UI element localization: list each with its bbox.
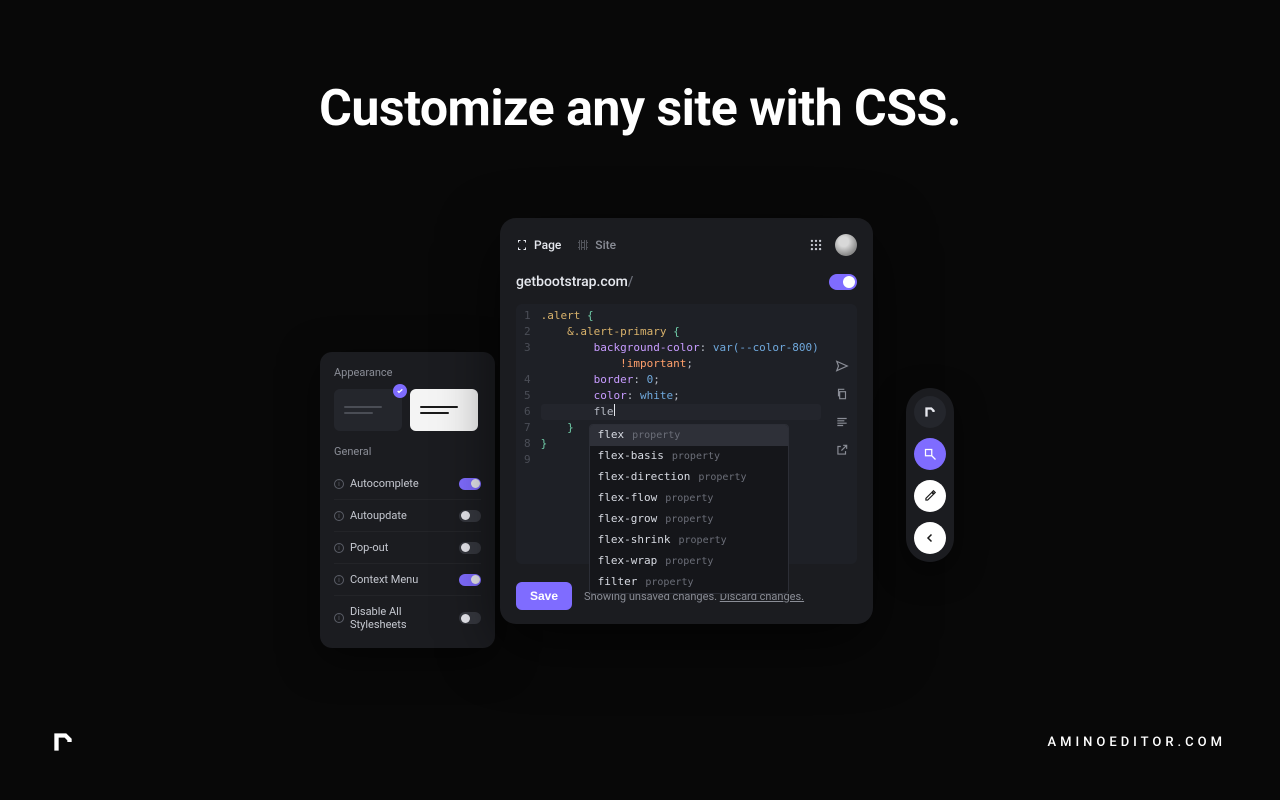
dock-app-button[interactable] xyxy=(914,396,946,428)
autocomplete-item[interactable]: flex-directionproperty xyxy=(590,467,788,488)
target-url[interactable]: getbootstrap.com/ xyxy=(516,274,633,290)
tab-site[interactable]: Site xyxy=(577,238,616,252)
theme-dark-option[interactable] xyxy=(334,389,402,431)
brand-url: AMINOEDITOR.COM xyxy=(1048,735,1227,750)
autocomplete-item[interactable]: flex-flowproperty xyxy=(590,488,788,509)
setting-row: i Pop-out xyxy=(334,531,481,563)
tab-site-label: Site xyxy=(595,238,616,252)
autocomplete-item[interactable]: flex-wrapproperty xyxy=(590,551,788,572)
settings-panel: Appearance General i Autocomplete i Autoupd… xyxy=(320,352,495,648)
format-icon[interactable] xyxy=(835,414,849,428)
page-scope-icon xyxy=(516,239,528,251)
check-icon xyxy=(393,384,407,398)
setting-row: i Autoupdate xyxy=(334,499,481,531)
tool-dock xyxy=(906,388,954,562)
amino-logo-icon xyxy=(50,729,76,755)
save-button[interactable]: Save xyxy=(516,582,572,610)
send-icon[interactable] xyxy=(835,358,849,372)
setting-toggle[interactable] xyxy=(459,574,481,586)
site-scope-icon xyxy=(577,239,589,251)
setting-label: Pop-out xyxy=(350,541,388,554)
autocomplete-item[interactable]: filterproperty xyxy=(590,572,788,593)
info-icon: i xyxy=(334,575,344,585)
dock-inspect-button[interactable] xyxy=(914,438,946,470)
setting-row: i Context Menu xyxy=(334,563,481,595)
tab-page[interactable]: Page xyxy=(516,238,561,252)
external-link-icon[interactable] xyxy=(835,442,849,456)
code-editor[interactable]: 123 456789 .alert { &.alert-primary { ba… xyxy=(516,304,857,564)
dock-eyedropper-button[interactable] xyxy=(914,480,946,512)
setting-row: i Autocomplete xyxy=(334,468,481,499)
theme-light-option[interactable] xyxy=(410,389,478,431)
stylesheet-enable-toggle[interactable] xyxy=(829,274,857,290)
avatar[interactable] xyxy=(835,234,857,256)
autocomplete-item[interactable]: flex-growproperty xyxy=(590,509,788,530)
autocomplete-item[interactable]: flex-shrinkproperty xyxy=(590,530,788,551)
setting-toggle[interactable] xyxy=(459,612,481,624)
info-icon: i xyxy=(334,543,344,553)
tab-page-label: Page xyxy=(534,238,561,252)
info-icon: i xyxy=(334,613,344,623)
autocomplete-item[interactable]: flexproperty xyxy=(590,425,788,446)
setting-label: Context Menu xyxy=(350,573,418,586)
hero-title: Customize any site with CSS. xyxy=(0,80,1280,138)
setting-label: Autoupdate xyxy=(350,509,407,522)
setting-toggle[interactable] xyxy=(459,510,481,522)
setting-row: i Disable All Stylesheets xyxy=(334,595,481,640)
dock-collapse-button[interactable] xyxy=(914,522,946,554)
appearance-section-label: Appearance xyxy=(334,366,481,379)
setting-label: Disable All Stylesheets xyxy=(350,605,459,631)
apps-grid-icon[interactable] xyxy=(809,238,823,252)
general-section-label: General xyxy=(334,445,481,458)
editor-panel: Page Site getbootstrap.com/ 123 456789 .… xyxy=(500,218,873,624)
copy-icon[interactable] xyxy=(835,386,849,400)
setting-toggle[interactable] xyxy=(459,478,481,490)
info-icon: i xyxy=(334,479,344,489)
autocomplete-popup[interactable]: flexpropertyflex-basispropertyflex-direc… xyxy=(589,424,789,594)
info-icon: i xyxy=(334,511,344,521)
setting-toggle[interactable] xyxy=(459,542,481,554)
autocomplete-item[interactable]: flex-basisproperty xyxy=(590,446,788,467)
setting-label: Autocomplete xyxy=(350,477,419,490)
